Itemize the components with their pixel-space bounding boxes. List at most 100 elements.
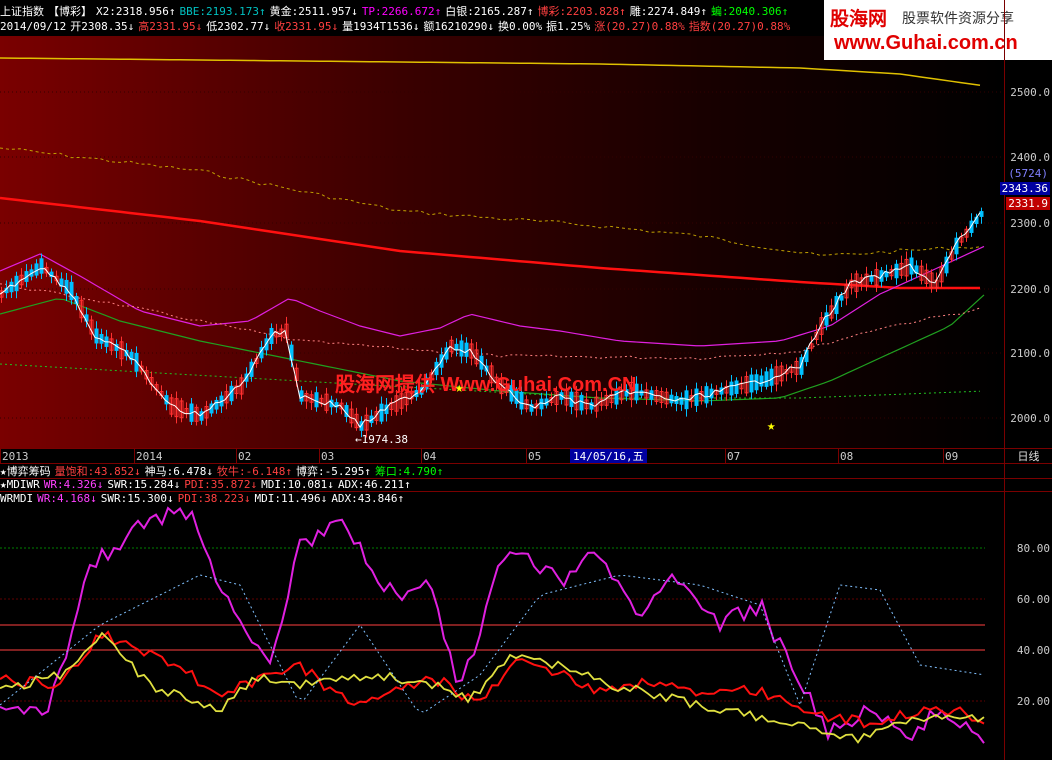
wr-line [0, 506, 985, 744]
indicator-value: WR:4.168↓ [37, 492, 97, 505]
indicator-value: ★博弈筹码 [0, 465, 51, 478]
indicator-value: 神马:6.478↓ [144, 465, 213, 478]
candle-body [454, 343, 459, 351]
period-selector[interactable]: 日线 [1005, 449, 1052, 464]
quote-header-line-1: 上证指数 【博彩】 X2:2318.956↑ BBE:2193.173↑ 黄金:2511… [0, 5, 792, 18]
time-axis-tick [319, 448, 320, 463]
time-axis-tick [838, 448, 839, 463]
indicator-header-mdiwr: ★MDIWR WR:4.326↓ SWR:15.284↓ PDI:35.872↓ MDI… [0, 478, 415, 491]
quote-field: 额16210290↓ [423, 20, 495, 33]
quote-header-line-2: 2014/09/12 开2308.35↓ 高2331.95↓ 低2302.77↓ 收23… [0, 20, 794, 33]
candle-body [539, 398, 544, 410]
indicator-value: 博弈:-5.295↑ [295, 465, 371, 478]
candle-body [669, 394, 674, 404]
indicator-value: 牧牛:-6.148↑ [216, 465, 292, 478]
quote-field: 指数(20.27)0.88% [688, 20, 791, 33]
time-axis-label: 08 [840, 450, 854, 463]
candle-body [694, 388, 699, 406]
candle-body [704, 386, 709, 404]
time-axis-tick [134, 448, 135, 463]
candle-body [34, 263, 39, 276]
candle-body [894, 263, 899, 279]
time-axis-label: 2014 [136, 450, 163, 463]
high-price-badge: 2343.36 [999, 182, 1050, 195]
ma-pink-dotted-line [0, 283, 981, 360]
indicator-value: ★MDIWR [0, 478, 40, 491]
indicator-value: SWR:15.284↓ [107, 478, 181, 491]
price-tick-label: 2000.0 [1010, 412, 1050, 425]
candle-body [39, 258, 44, 274]
wrmdi-indicator-chart[interactable] [0, 505, 1004, 760]
quote-field: 低2302.77↓ [206, 20, 271, 33]
logo-brand: 股海网 [830, 8, 888, 30]
quote-field: 蝙:2040.306↑ [711, 5, 789, 18]
candle-body [314, 392, 319, 408]
indicator-value: WRMDI [0, 492, 34, 505]
time-axis-tick [725, 448, 726, 463]
indicator-value: SWR:15.300↓ [100, 492, 174, 505]
candle-body [869, 275, 874, 282]
quote-field: 量1934T1536↓ [342, 20, 420, 33]
quote-field: X2:2318.956↑ [96, 5, 176, 18]
price-tick-label: 2100.0 [1010, 347, 1050, 360]
quote-field: 博彩:2203.828↑ [537, 5, 626, 18]
time-axis-tick [236, 448, 237, 463]
quote-field: 涨(20.27)0.88% [594, 20, 685, 33]
time-axis-tick [943, 448, 944, 463]
star-icon: ★ [767, 418, 776, 434]
quote-field: 换0.00% [498, 20, 543, 33]
candle-body [639, 390, 644, 396]
quote-field: 【博彩】 [48, 5, 92, 18]
indicator-header-chips: ★博弈筹码 量饱和:43.852↓ 神马:6.478↓ 牧牛:-6.148↑ 博弈:-5… [0, 465, 447, 478]
quote-field: 开2308.35↓ [70, 20, 135, 33]
candle-body [579, 394, 584, 411]
time-axis-tick [526, 448, 527, 463]
time-axis-label: 2013 [2, 450, 29, 463]
candle-body [824, 312, 829, 326]
indicator-value: MDI:10.081↓ [261, 478, 334, 491]
candle-body [729, 381, 734, 396]
candle-body [299, 390, 304, 402]
indicator-value: 量饱和:43.852↓ [54, 465, 141, 478]
ma-long-line [0, 57, 981, 87]
indicator-tick-label: 80.00 [1016, 542, 1050, 555]
candle-body [459, 340, 464, 357]
quote-field: 收2331.95↓ [274, 20, 339, 33]
close-price-badge: 2331.9 [1006, 197, 1050, 210]
volume-badge: (5724) [1008, 167, 1048, 180]
quote-field: 白银:2165.287↑ [445, 5, 534, 18]
quote-field: 高2331.95↓ [138, 20, 203, 33]
time-axis-label: 04 [423, 450, 437, 463]
quote-field: 上证指数 [0, 5, 44, 18]
low-price-marker: ←1974.38 [355, 433, 408, 446]
candle-body [769, 368, 774, 386]
indicator-tick-label: 60.00 [1016, 593, 1050, 606]
ma-red-line [0, 196, 980, 290]
candle-body [764, 371, 769, 387]
time-axis-label: 05 [528, 450, 542, 463]
time-axis-bottom-divider [0, 463, 1052, 464]
candle-body [734, 380, 739, 395]
price-tick-label: 2400.0 [1010, 151, 1050, 164]
time-axis-label: 02 [238, 450, 252, 463]
indicator-value: 筹口:4.790↑ [374, 465, 444, 478]
time-axis-label: 03 [321, 450, 335, 463]
cursor-date-label: 14/05/16,五 [570, 449, 647, 464]
indicator-header-wrmdi: WRMDI WR:4.168↓ SWR:15.300↓ PDI:38.223↓ MDI:… [0, 492, 408, 505]
quote-field: TP:2266.672↑ [361, 5, 442, 18]
time-axis-tick [0, 448, 1, 463]
indicator-tick-label: 20.00 [1016, 695, 1050, 708]
price-tick-label: 2300.0 [1010, 217, 1050, 230]
candle-body [839, 295, 844, 301]
candle-body [464, 342, 469, 357]
indicator-value: PDI:35.872↓ [184, 478, 258, 491]
quote-field: 黄金:2511.957↓ [269, 5, 358, 18]
time-axis-label: 09 [945, 450, 959, 463]
candle-body [759, 375, 764, 387]
time-axis-label: 07 [727, 450, 741, 463]
candle-body [749, 374, 754, 393]
indicator-tick-label: 40.00 [1016, 644, 1050, 657]
indicator-value: ADX:43.846↑ [331, 492, 405, 505]
price-tick-label: 2200.0 [1010, 283, 1050, 296]
time-axis-tick [421, 448, 422, 463]
